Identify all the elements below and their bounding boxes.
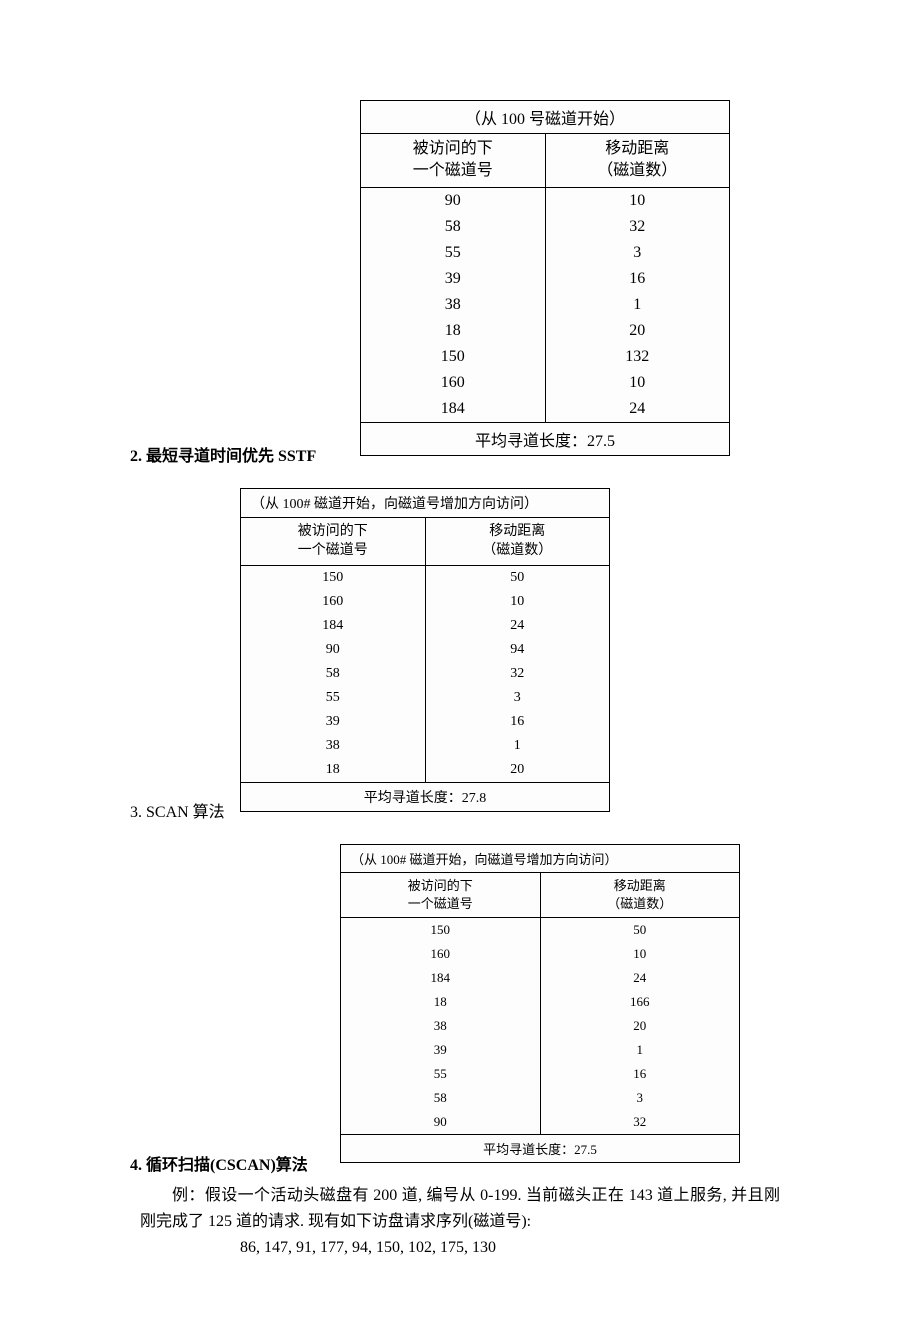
table-cell: 90 xyxy=(341,1110,541,1135)
table-cell: 39 xyxy=(341,1038,541,1062)
table1-col1: 被访问的下一个磁道号 xyxy=(361,134,546,188)
table-cell: 16 xyxy=(545,266,730,292)
table-cell: 50 xyxy=(425,565,610,590)
table-cell: 39 xyxy=(361,266,546,292)
table-row: 18424 xyxy=(341,966,740,990)
table-row: 150132 xyxy=(361,344,730,370)
table-row: 9032 xyxy=(341,1110,740,1135)
table-cell: 150 xyxy=(361,344,546,370)
request-sequence: 86, 147, 91, 177, 94, 150, 102, 175, 130 xyxy=(240,1239,860,1257)
table-cell: 150 xyxy=(341,918,541,943)
table-cell: 1 xyxy=(545,292,730,318)
table-row: 5832 xyxy=(361,214,730,240)
table-cell: 3 xyxy=(540,1086,740,1110)
table-row: 1820 xyxy=(361,318,730,344)
table-cell: 16 xyxy=(540,1062,740,1086)
table-cell: 20 xyxy=(545,318,730,344)
table-row: 16010 xyxy=(361,370,730,396)
table-cell: 39 xyxy=(241,710,426,734)
table-row: 391 xyxy=(341,1038,740,1062)
table2-col1: 被访问的下一个磁道号 xyxy=(241,517,426,565)
table3-title: （从 100# 磁道开始，向磁道号增加方向访问） xyxy=(341,844,740,872)
table2-col2: 移动距离（磁道数） xyxy=(425,517,610,565)
table-row: 18166 xyxy=(341,990,740,1014)
table3-col2: 移动距离（磁道数） xyxy=(540,872,740,917)
table-cell: 16 xyxy=(425,710,610,734)
scan-table: （从 100# 磁道开始，向磁道号增加方向访问） 被访问的下一个磁道号 移动距离… xyxy=(240,488,610,812)
table-cell: 18 xyxy=(241,758,426,783)
table-cell: 166 xyxy=(540,990,740,1014)
table-cell: 50 xyxy=(540,918,740,943)
table-cell: 32 xyxy=(425,662,610,686)
table-cell: 1 xyxy=(540,1038,740,1062)
table-cell: 38 xyxy=(341,1014,541,1038)
table-cell: 150 xyxy=(241,565,426,590)
table-cell: 38 xyxy=(361,292,546,318)
table-cell: 10 xyxy=(545,187,730,214)
cscan-table: （从 100# 磁道开始，向磁道号增加方向访问） 被访问的下一个磁道号 移动距离… xyxy=(340,844,740,1163)
table-row: 553 xyxy=(241,686,610,710)
table-cell: 160 xyxy=(241,590,426,614)
table-row: 381 xyxy=(241,734,610,758)
table-cell: 18 xyxy=(341,990,541,1014)
table-cell: 94 xyxy=(425,638,610,662)
table-row: 3820 xyxy=(341,1014,740,1038)
table-cell: 55 xyxy=(361,240,546,266)
table-row: 5832 xyxy=(241,662,610,686)
table-cell: 1 xyxy=(425,734,610,758)
table-cell: 55 xyxy=(241,686,426,710)
table-cell: 184 xyxy=(341,966,541,990)
table-row: 18424 xyxy=(241,614,610,638)
table-cell: 58 xyxy=(341,1086,541,1110)
table-row: 5516 xyxy=(341,1062,740,1086)
table-row: 3916 xyxy=(241,710,610,734)
table-cell: 132 xyxy=(545,344,730,370)
table-cell: 24 xyxy=(425,614,610,638)
table-cell: 90 xyxy=(241,638,426,662)
table-cell: 32 xyxy=(545,214,730,240)
table-row: 15050 xyxy=(341,918,740,943)
table-cell: 18 xyxy=(361,318,546,344)
table-cell: 24 xyxy=(540,966,740,990)
table3-col1: 被访问的下一个磁道号 xyxy=(341,872,541,917)
table-cell: 20 xyxy=(425,758,610,783)
table1-title: （从 100 号磁道开始） xyxy=(361,101,730,134)
table2-title: （从 100# 磁道开始，向磁道号增加方向访问） xyxy=(241,488,610,517)
table-row: 9094 xyxy=(241,638,610,662)
table-cell: 184 xyxy=(241,614,426,638)
table-cell: 38 xyxy=(241,734,426,758)
table1-col2: 移动距离（磁道数） xyxy=(545,134,730,188)
table-cell: 58 xyxy=(361,214,546,240)
table-cell: 32 xyxy=(540,1110,740,1135)
table-row: 16010 xyxy=(341,942,740,966)
table-cell: 24 xyxy=(545,396,730,423)
table-row: 9010 xyxy=(361,187,730,214)
table-row: 381 xyxy=(361,292,730,318)
table-row: 583 xyxy=(341,1086,740,1110)
section-scan-heading: 3. SCAN 算法 xyxy=(130,798,854,824)
table-cell: 160 xyxy=(341,942,541,966)
table-row: 3916 xyxy=(361,266,730,292)
table-cell: 184 xyxy=(361,396,546,423)
table-cell: 160 xyxy=(361,370,546,396)
sstf-precursor-table: （从 100 号磁道开始） 被访问的下一个磁道号 移动距离（磁道数） 90105… xyxy=(360,100,730,456)
table-cell: 10 xyxy=(545,370,730,396)
table-row: 18424 xyxy=(361,396,730,423)
table-cell: 90 xyxy=(361,187,546,214)
table-cell: 55 xyxy=(341,1062,541,1086)
table-cell: 10 xyxy=(425,590,610,614)
table-cell: 20 xyxy=(540,1014,740,1038)
table-cell: 3 xyxy=(545,240,730,266)
table-cell: 3 xyxy=(425,686,610,710)
table-cell: 58 xyxy=(241,662,426,686)
example-paragraph: 例：假设一个活动头磁盘有 200 道, 编号从 0-199. 当前磁头正在 14… xyxy=(140,1183,780,1234)
table-row: 16010 xyxy=(241,590,610,614)
table-row: 1820 xyxy=(241,758,610,783)
table-row: 553 xyxy=(361,240,730,266)
table-cell: 10 xyxy=(540,942,740,966)
table-row: 15050 xyxy=(241,565,610,590)
